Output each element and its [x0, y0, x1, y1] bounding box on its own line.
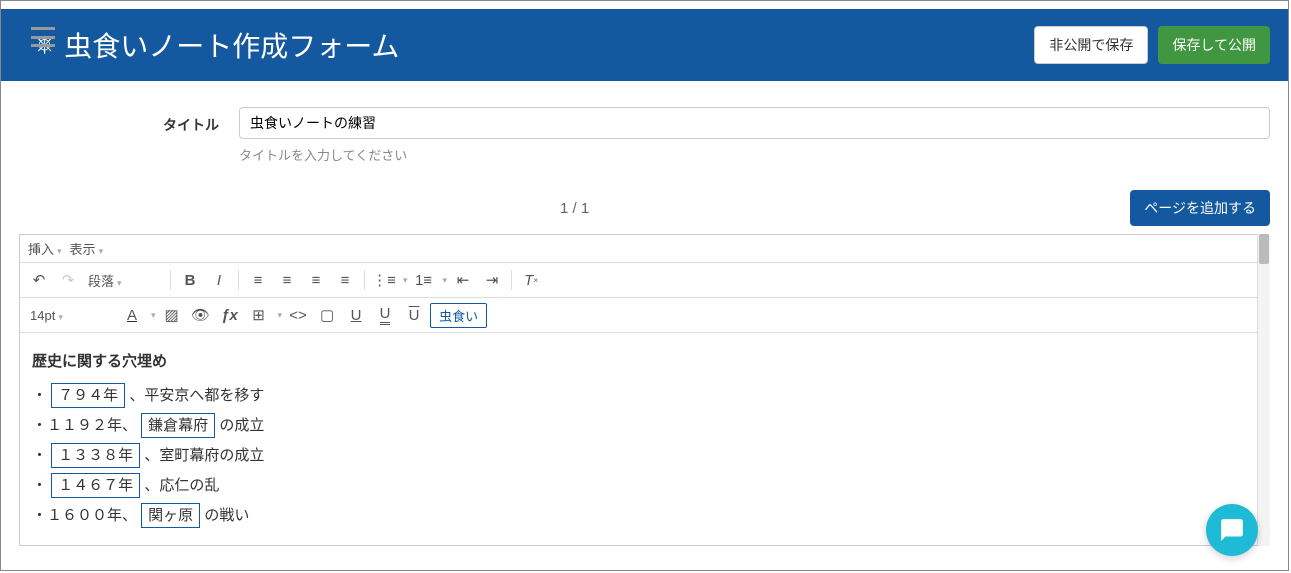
align-center-button[interactable]: ≡: [274, 267, 300, 293]
bold-button[interactable]: B: [177, 267, 203, 293]
italic-button[interactable]: I: [206, 267, 232, 293]
menu-view[interactable]: 表示▾: [70, 239, 104, 258]
align-left-button[interactable]: ≡: [245, 267, 271, 293]
title-label: タイトル: [19, 107, 219, 135]
scrollbar-thumb[interactable]: [1259, 234, 1269, 264]
add-page-button[interactable]: ページを追加する: [1130, 190, 1270, 226]
page-indicator: 1 / 1: [19, 200, 1130, 217]
tex-button[interactable]: ƒx: [217, 302, 243, 328]
menu-insert[interactable]: 挿入▾: [28, 239, 62, 258]
blank-box[interactable]: ７９４年: [51, 383, 125, 408]
table-dropdown[interactable]: ▾: [278, 310, 283, 321]
blank-box[interactable]: 鎌倉幕府: [141, 413, 215, 438]
hamburger-menu[interactable]: [31, 27, 55, 47]
number-list-dropdown[interactable]: ▾: [443, 275, 448, 286]
title-input[interactable]: [239, 107, 1270, 139]
line-prefix: ・: [32, 447, 51, 464]
code-button[interactable]: <>: [285, 302, 311, 328]
line-suffix: の成立: [215, 417, 264, 434]
bullet-list-button[interactable]: ⋮≡: [371, 267, 397, 293]
save-private-button[interactable]: 非公開で保存: [1034, 26, 1148, 64]
align-justify-button[interactable]: ≡: [332, 267, 358, 293]
undo-button[interactable]: ↶: [26, 267, 52, 293]
bullet-list-dropdown[interactable]: ▾: [403, 275, 408, 286]
overline-button[interactable]: U: [401, 302, 427, 328]
line-prefix: ・: [32, 477, 51, 494]
chat-widget-button[interactable]: [1206, 504, 1258, 556]
indent-button[interactable]: ⇥: [479, 267, 505, 293]
line-suffix: の戦い: [200, 507, 249, 524]
clear-format-button[interactable]: T×: [518, 267, 544, 293]
outdent-button[interactable]: ⇤: [450, 267, 476, 293]
text-color-dropdown[interactable]: ▾: [151, 310, 156, 321]
line-suffix: 、室町幕府の成立: [140, 447, 264, 464]
preview-button[interactable]: 👁: [188, 302, 214, 328]
line-prefix: ・: [32, 387, 51, 404]
rich-text-editor: 挿入▾ 表示▾ ↶ ↷ 段落▾ B I ≡ ≡ ≡ ≡ ⋮≡: [19, 234, 1270, 546]
line-suffix: 、平安京へ都を移す: [125, 387, 264, 404]
blank-box[interactable]: 関ヶ原: [141, 503, 200, 528]
table-button[interactable]: ⊞: [246, 302, 272, 328]
line-prefix: ・１６００年、: [32, 507, 141, 524]
font-size-select[interactable]: 14pt▾: [26, 306, 116, 325]
image-button[interactable]: ▨: [159, 302, 185, 328]
underline-u-button[interactable]: U: [343, 302, 369, 328]
format-select[interactable]: 段落▾: [84, 269, 164, 292]
redo-button[interactable]: ↷: [55, 267, 81, 293]
save-publish-button[interactable]: 保存して公開: [1158, 26, 1270, 64]
box-button[interactable]: ▢: [314, 302, 340, 328]
line-suffix: 、応仁の乱: [140, 477, 219, 494]
page-header: ⎈ 虫食いノート作成フォーム 非公開で保存 保存して公開: [1, 9, 1288, 81]
blank-box[interactable]: １４６７年: [51, 473, 140, 498]
editor-content-area[interactable]: 歴史に関する穴埋め ・ ７９４年 、平安京へ都を移す ・１１９２年、 鎌倉幕府 …: [20, 333, 1269, 545]
align-right-button[interactable]: ≡: [303, 267, 329, 293]
editor-scrollbar[interactable]: [1257, 234, 1270, 546]
text-color-button[interactable]: A: [119, 302, 145, 328]
blank-box[interactable]: １３３８年: [51, 443, 140, 468]
mushikui-button[interactable]: 虫食い: [430, 303, 487, 328]
number-list-button[interactable]: 1≡: [411, 267, 437, 293]
page-title: 虫食いノート作成フォーム: [64, 25, 399, 65]
underline-double-button[interactable]: U: [372, 302, 398, 328]
content-heading: 歴史に関する穴埋め: [32, 347, 1257, 377]
line-prefix: ・１１９２年、: [32, 417, 141, 434]
title-help-text: タイトルを入力してください: [239, 145, 1270, 164]
